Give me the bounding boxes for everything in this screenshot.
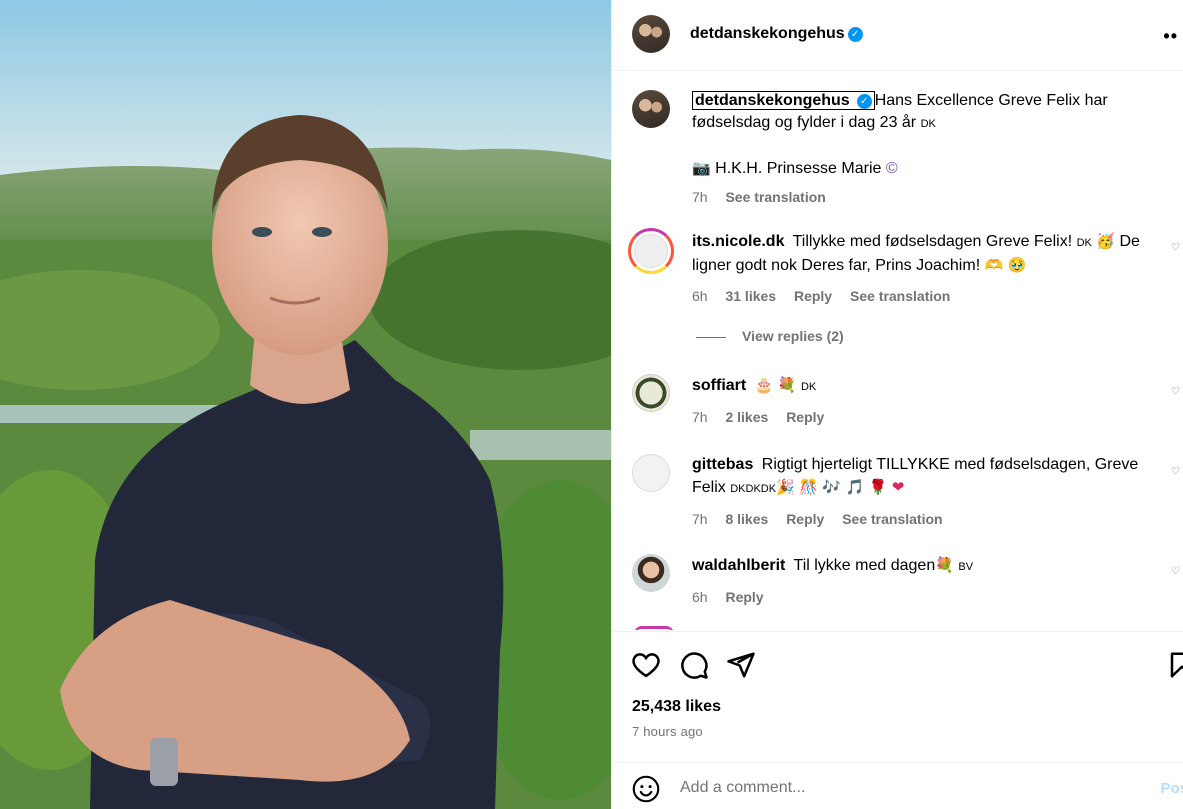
commenter-avatar[interactable] [632,374,670,412]
post-header: detdanskekongehus ✓ •• [612,0,1183,71]
party-popper-icon: 🎉 [776,478,795,496]
bouquet-icon: 💐 [777,376,797,394]
comment-reply[interactable]: Reply [786,409,824,425]
next-commenter-avatar[interactable] [634,626,674,630]
verified-badge-icon: ✓ [856,94,872,109]
likes-count[interactable]: 25,438 likes [632,698,721,716]
red-heart-icon: ❤ [891,478,905,496]
post-timestamp: 7 hours ago [632,724,703,739]
heart-hands-icon: 🫶 [984,256,1004,274]
comment-flag: BV [958,561,974,573]
comment-body: soffiart 🎂 💐 DK 7h 2 likes Reply [692,374,1162,428]
comment-time: 6h [692,589,708,605]
music-note-icon: 🎵 [845,478,865,496]
bookmark-icon[interactable] [1167,650,1183,680]
replies-divider [696,336,726,338]
view-replies[interactable]: View replies (2) [696,328,844,344]
copyright-icon: © [885,160,898,177]
smiley-icon[interactable] [632,775,660,803]
comment-likes[interactable]: 31 likes [725,288,776,304]
comment-body: its.nicole.dk Tillykke med fødselsdagen … [692,230,1162,307]
comment-see-translation[interactable]: See translation [850,288,950,304]
commenter-avatar[interactable] [632,554,670,592]
pleading-face-icon: 🥹 [1007,256,1027,274]
caption-flag: DK [920,118,936,130]
rose-icon: 🌹 [868,478,888,496]
comment-meta: 7h 8 likes Reply See translation [692,508,1162,530]
comment-username[interactable]: waldahlberit [692,557,785,574]
caption-username[interactable]: detdanskekongehus [695,92,850,109]
comment-meta: 6h 31 likes Reply See translation [692,285,1162,307]
caption-credit: H.K.H. Prinsesse Marie [715,160,882,177]
comment-icon[interactable] [679,650,709,680]
comment-like-icon[interactable]: ♡ [1171,466,1180,477]
bouquet-icon: 💐 [935,556,954,574]
post-detail-panel: detdanskekongehus ✓ •• detdanskekongehus ✓… [611,0,1183,809]
comment-username[interactable]: its.nicole.dk [692,233,784,250]
comment-reply[interactable]: Reply [794,288,832,304]
caption-see-translation[interactable]: See translation [725,189,825,205]
author-name-row: detdanskekongehus ✓ [690,25,863,43]
post-photo-image [0,0,611,809]
confetti-icon: 🎊 [799,478,818,496]
comment-meta: 7h 2 likes Reply [692,406,1162,428]
heart-icon[interactable] [631,650,661,680]
comment-reply[interactable]: Reply [786,511,824,527]
post-actions: 25,438 likes 7 hours ago [612,631,1183,761]
post-photo[interactable] [0,0,611,809]
comment-see-translation[interactable]: See translation [842,511,942,527]
comment-flag: DKDKDK [730,483,777,495]
view-replies-label[interactable]: View replies (2) [742,328,844,344]
cake-icon: 🎂 [754,376,774,394]
commenter-avatar[interactable] [632,454,670,492]
caption-avatar[interactable] [632,90,670,128]
comment-time: 7h [692,409,708,425]
caption-username-box[interactable]: detdanskekongehus ✓ [692,91,875,110]
comment-like-icon[interactable]: ♡ [1171,386,1180,397]
caption-body: detdanskekongehus ✓ Hans Excellence Greve … [692,90,1162,208]
comment-like-icon[interactable]: ♡ [1171,242,1180,253]
comment-body: gittebas Rigtigt hjerteligt TILLYKKE med… [692,454,1162,530]
caption-credit-row: 📷 H.K.H. Prinsesse Marie © [692,157,1162,180]
comments-list[interactable]: detdanskekongehus ✓ Hans Excellence Greve … [612,72,1183,630]
comment-username[interactable]: soffiart [692,377,746,394]
verified-badge-icon: ✓ [847,27,863,42]
caption-meta: 7h See translation [692,186,1162,208]
comment-likes[interactable]: 2 likes [725,409,768,425]
comment-like-icon[interactable]: ♡ [1171,566,1180,577]
caption-time: 7h [692,189,708,205]
party-face-icon: 🥳 [1096,232,1116,250]
comment-likes[interactable]: 8 likes [725,511,768,527]
author-username[interactable]: detdanskekongehus [690,25,845,42]
comment-time: 6h [692,288,708,304]
comment-flag: DK [1076,237,1092,249]
comment-input[interactable] [680,775,1140,801]
comment-text: Tillykke med fødselsdagen Greve Felix! [792,233,1073,250]
add-comment-bar: Pos [612,762,1183,809]
post-comment-button[interactable]: Pos [1160,780,1183,797]
comment-meta: 6h Reply [692,586,1162,608]
share-icon[interactable] [726,650,756,680]
more-options-icon[interactable]: •• [1163,26,1178,47]
camera-icon: 📷 [692,159,711,177]
comment-flag: DK [800,381,817,393]
commenter-avatar[interactable] [628,228,674,274]
comment-time: 7h [692,511,708,527]
comment-body: waldahlberit Til lykke med dagen💐 BV 6h … [692,554,1162,608]
music-notes-icon: 🎶 [822,478,842,496]
comment-reply[interactable]: Reply [725,589,763,605]
author-avatar[interactable] [632,15,670,53]
comment-text: Til lykke med dagen [793,557,936,574]
comment-username[interactable]: gittebas [692,456,753,473]
